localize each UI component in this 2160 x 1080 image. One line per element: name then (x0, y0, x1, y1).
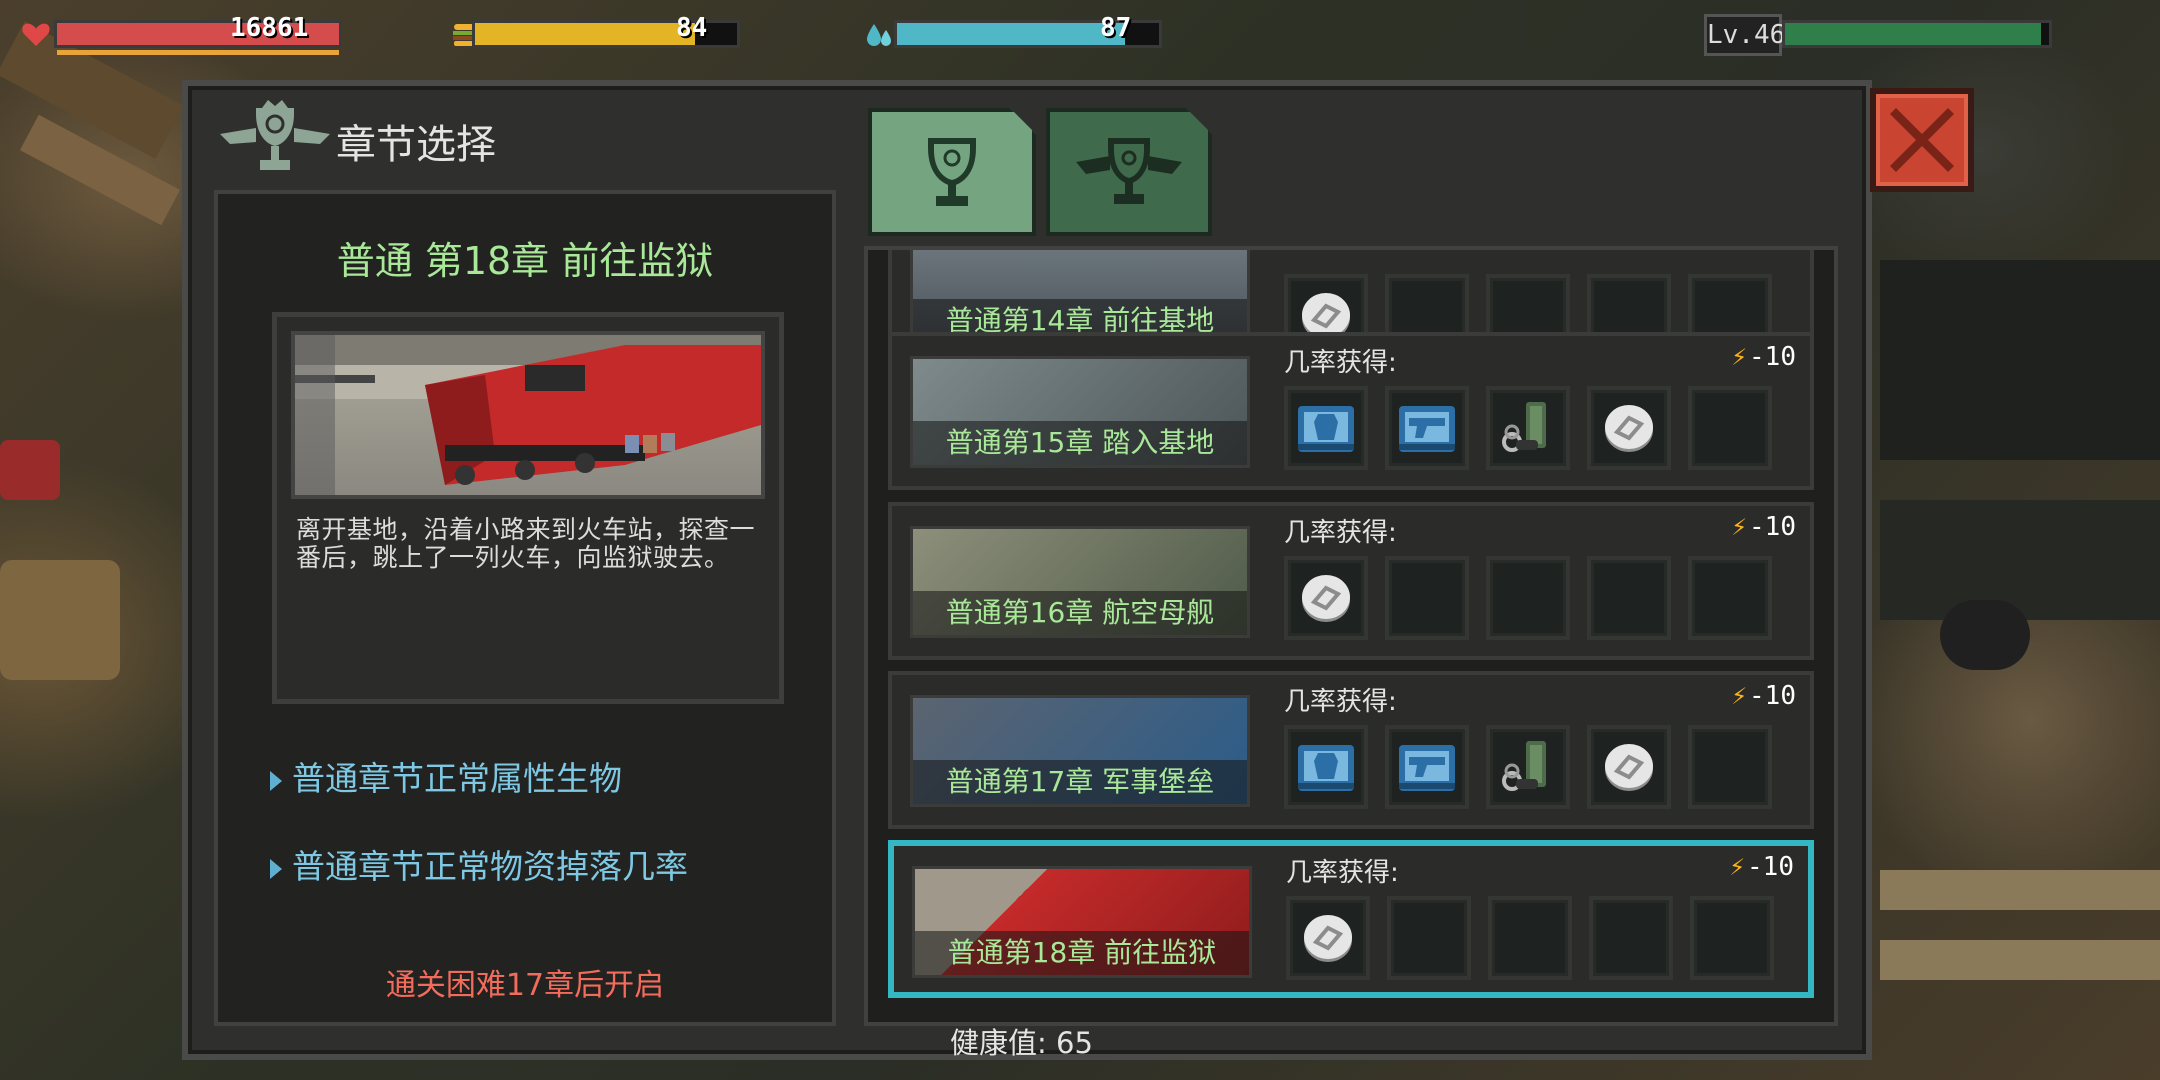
energy-cost: ⚡-10 (1731, 342, 1796, 372)
reward-slot[interactable] (1284, 725, 1368, 809)
lightning-icon: ⚡ (1731, 681, 1748, 711)
arrow-right-icon (270, 770, 282, 791)
food-fill (475, 23, 696, 45)
reward-slot[interactable] (1587, 386, 1671, 470)
level-bar: Lv.46 (1704, 14, 2052, 56)
reward-slot[interactable] (1284, 556, 1368, 640)
reward-slot[interactable] (1284, 386, 1368, 470)
tab-hard[interactable] (1046, 108, 1212, 236)
link-label: 普通章节正常物资掉落几率 (292, 847, 688, 886)
unlock-note: 通关困难17章后开启 (385, 968, 665, 1003)
armor-case-icon (1298, 406, 1354, 452)
trophy-icon (922, 134, 982, 210)
winged-trophy-icon (1074, 134, 1184, 210)
detail-description: 离开基地，沿着小路来到火车站，探查一番后，跳上了一列火车，向监狱驶去。 (296, 515, 756, 572)
energy-cost-value: -10 (1747, 852, 1794, 882)
locomotive-picture (295, 335, 761, 495)
chapter-row-17[interactable]: 普通第17章 军事堡垒 几率获得: ⚡-10 (888, 671, 1814, 829)
chapter-row-16[interactable]: 普通第16章 航空母舰 几率获得: ⚡-10 (888, 502, 1814, 660)
chapter-thumbnail: 普通第16章 航空母舰 (910, 526, 1250, 638)
reward-slot[interactable] (1385, 386, 1469, 470)
train-image (291, 331, 765, 499)
chapter-name: 普通第17章 军事堡垒 (913, 760, 1247, 804)
chapter-name: 普通第16章 航空母舰 (913, 591, 1247, 635)
chapter-thumbnail: 普通第14章 前往基地 (910, 250, 1250, 346)
water-value: 87 (1100, 13, 1132, 43)
hp-bar: 16861 (20, 13, 342, 55)
link-creature-attributes[interactable]: 普通章节正常属性生物 (270, 752, 622, 800)
level-fill (1785, 23, 2042, 45)
reward-slot[interactable] (1286, 896, 1370, 980)
reward-slot[interactable] (1486, 386, 1570, 470)
coin-icon (1302, 575, 1350, 622)
empty-reward-slot[interactable] (1486, 556, 1570, 640)
chapter-image-frame (272, 312, 784, 704)
water-fill (897, 23, 1125, 45)
coin-icon (1605, 744, 1653, 791)
ammo-icon (1502, 741, 1546, 791)
empty-reward-slot[interactable] (1589, 896, 1673, 980)
close-button[interactable] (1870, 88, 1974, 192)
tab-normal[interactable] (868, 108, 1036, 236)
panel-title: 章节选择 (336, 122, 496, 168)
chapter-thumbnail: 普通第17章 军事堡垒 (910, 695, 1250, 807)
food-value: 84 (676, 13, 708, 43)
reward-slot[interactable] (1587, 725, 1671, 809)
heart-icon (22, 23, 50, 46)
coin-icon (1304, 915, 1352, 962)
energy-cost: ⚡-10 (1731, 512, 1796, 542)
reward-slot[interactable] (1385, 725, 1469, 809)
health-value: 健康值: 65 (950, 1026, 1093, 1060)
energy-cost-value: -10 (1749, 681, 1796, 711)
lightning-icon: ⚡ (1729, 852, 1746, 882)
energy-cost: ⚡-10 (1729, 852, 1794, 882)
energy-cost-value: -10 (1749, 512, 1796, 542)
arrow-right-icon (270, 858, 282, 879)
chapter-name: 普通第18章 前往监狱 (915, 931, 1249, 975)
chapter-row-15[interactable]: 普通第15章 踏入基地 几率获得: ⚡-10 (888, 332, 1814, 490)
drop-chance-label: 几率获得: (1284, 348, 1397, 378)
lightning-icon: ⚡ (1731, 342, 1748, 372)
empty-reward-slot[interactable] (1688, 556, 1772, 640)
chapter-name: 普通第15章 踏入基地 (913, 421, 1247, 465)
lightning-icon: ⚡ (1731, 512, 1748, 542)
ammo-icon (1502, 402, 1546, 452)
detail-title: 普通 第18章 前往监狱 (336, 239, 714, 283)
gun-case-icon (1399, 406, 1455, 452)
food-bar: 84 (450, 14, 750, 54)
empty-reward-slot[interactable] (1488, 896, 1572, 980)
chapter-thumbnail: 普通第18章 前往监狱 (912, 866, 1252, 978)
drop-chance-label: 几率获得: (1286, 858, 1399, 888)
empty-reward-slot[interactable] (1587, 556, 1671, 640)
gun-case-icon (1399, 745, 1455, 791)
close-icon (1890, 108, 1954, 172)
empty-reward-slot[interactable] (1688, 386, 1772, 470)
water-bar: 87 (864, 14, 1164, 54)
chapter-list[interactable]: 普通第14章 前往基地 普通第15章 踏入基地 几率获得: ⚡-10 普通第16… (864, 246, 1838, 1026)
empty-reward-slot[interactable] (1385, 556, 1469, 640)
hp-value: 16861 (230, 13, 309, 43)
empty-reward-slot[interactable] (1688, 725, 1772, 809)
drop-chance-label: 几率获得: (1284, 518, 1397, 548)
energy-cost-value: -10 (1749, 342, 1796, 372)
chapter-row-18[interactable]: 普通第18章 前往监狱 几率获得: ⚡-10 (888, 840, 1814, 998)
energy-cost: ⚡-10 (1731, 681, 1796, 711)
level-badge: Lv.46 (1704, 14, 1785, 56)
winged-trophy-icon (220, 100, 330, 170)
link-label: 普通章节正常属性生物 (292, 759, 622, 798)
drop-chance-label: 几率获得: (1284, 687, 1397, 717)
water-drop-icon (867, 24, 891, 46)
link-drop-rate[interactable]: 普通章节正常物资掉落几率 (270, 840, 688, 888)
chapter-thumbnail: 普通第15章 踏入基地 (910, 356, 1250, 468)
armor-case-icon (1298, 745, 1354, 791)
empty-reward-slot[interactable] (1690, 896, 1774, 980)
empty-reward-slot[interactable] (1387, 896, 1471, 980)
coin-icon (1605, 405, 1653, 452)
reward-slot[interactable] (1486, 725, 1570, 809)
